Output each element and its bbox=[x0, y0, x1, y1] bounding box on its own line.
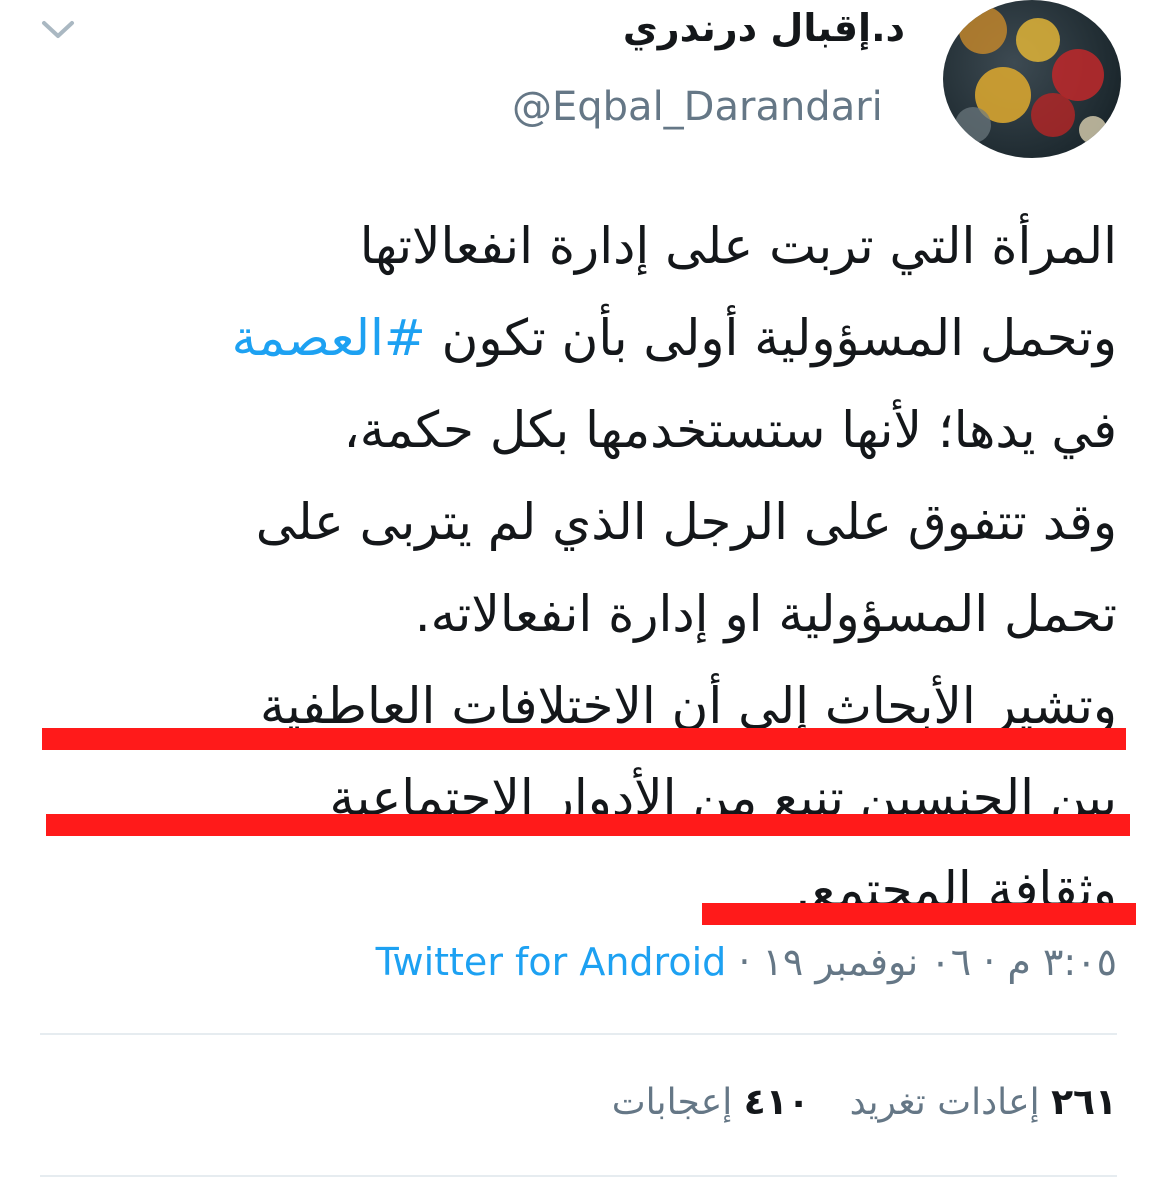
avatar-bokeh-image bbox=[955, 6, 1107, 144]
hashtag-link[interactable]: #العصمة bbox=[232, 309, 426, 367]
red-underline-3 bbox=[702, 903, 1136, 925]
tweet-line-text: وتحمل المسؤولية أولى بأن تكون bbox=[425, 309, 1117, 367]
tweet-line: في يدها؛ لأنها ستستخدمها بكل حكمة، bbox=[343, 401, 1117, 459]
chevron-down-icon[interactable] bbox=[38, 14, 78, 44]
user-handle[interactable]: @Eqbal_Darandari bbox=[512, 84, 883, 130]
display-name[interactable]: د.إقبال درندري bbox=[623, 6, 905, 50]
divider bbox=[40, 1033, 1117, 1035]
divider bbox=[40, 1175, 1117, 1177]
tweet-line: المرأة التي تربت على إدارة انفعالاتها bbox=[359, 217, 1117, 275]
retweets-stat[interactable]: ٢٦١ إعادات تغريد bbox=[850, 1082, 1117, 1123]
source-link[interactable]: Twitter for Android bbox=[376, 940, 727, 984]
likes-stat[interactable]: ٤١٠ إعجابات bbox=[612, 1082, 810, 1123]
tweet-line: وقد تتفوق على الرجل الذي لم يتربى على bbox=[255, 493, 1117, 551]
red-underline-1 bbox=[42, 728, 1126, 750]
tweet-line: وتحمل المسؤولية أولى بأن تكون #العصمة bbox=[37, 292, 1117, 384]
likes-count: ٤١٠ bbox=[743, 1082, 810, 1123]
retweets-count: ٢٦١ bbox=[1051, 1082, 1117, 1123]
avatar[interactable] bbox=[943, 0, 1121, 158]
tweet-line: تحمل المسؤولية او إدارة انفعالاته. bbox=[414, 585, 1117, 643]
likes-label: إعجابات bbox=[611, 1082, 733, 1123]
timestamp: ٣:٠٥ م · ٠٦ نوفمبر ١٩ · bbox=[726, 940, 1117, 984]
retweets-label: إعادات تغريد bbox=[849, 1082, 1040, 1123]
red-underline-2 bbox=[46, 814, 1130, 836]
tweet-stats: ٢٦١ إعادات تغريد ٤١٠ إعجابات bbox=[612, 1082, 1117, 1123]
tweet-meta: ٣:٠٥ م · ٠٦ نوفمبر ١٩ · Twitter for Andr… bbox=[376, 940, 1117, 984]
